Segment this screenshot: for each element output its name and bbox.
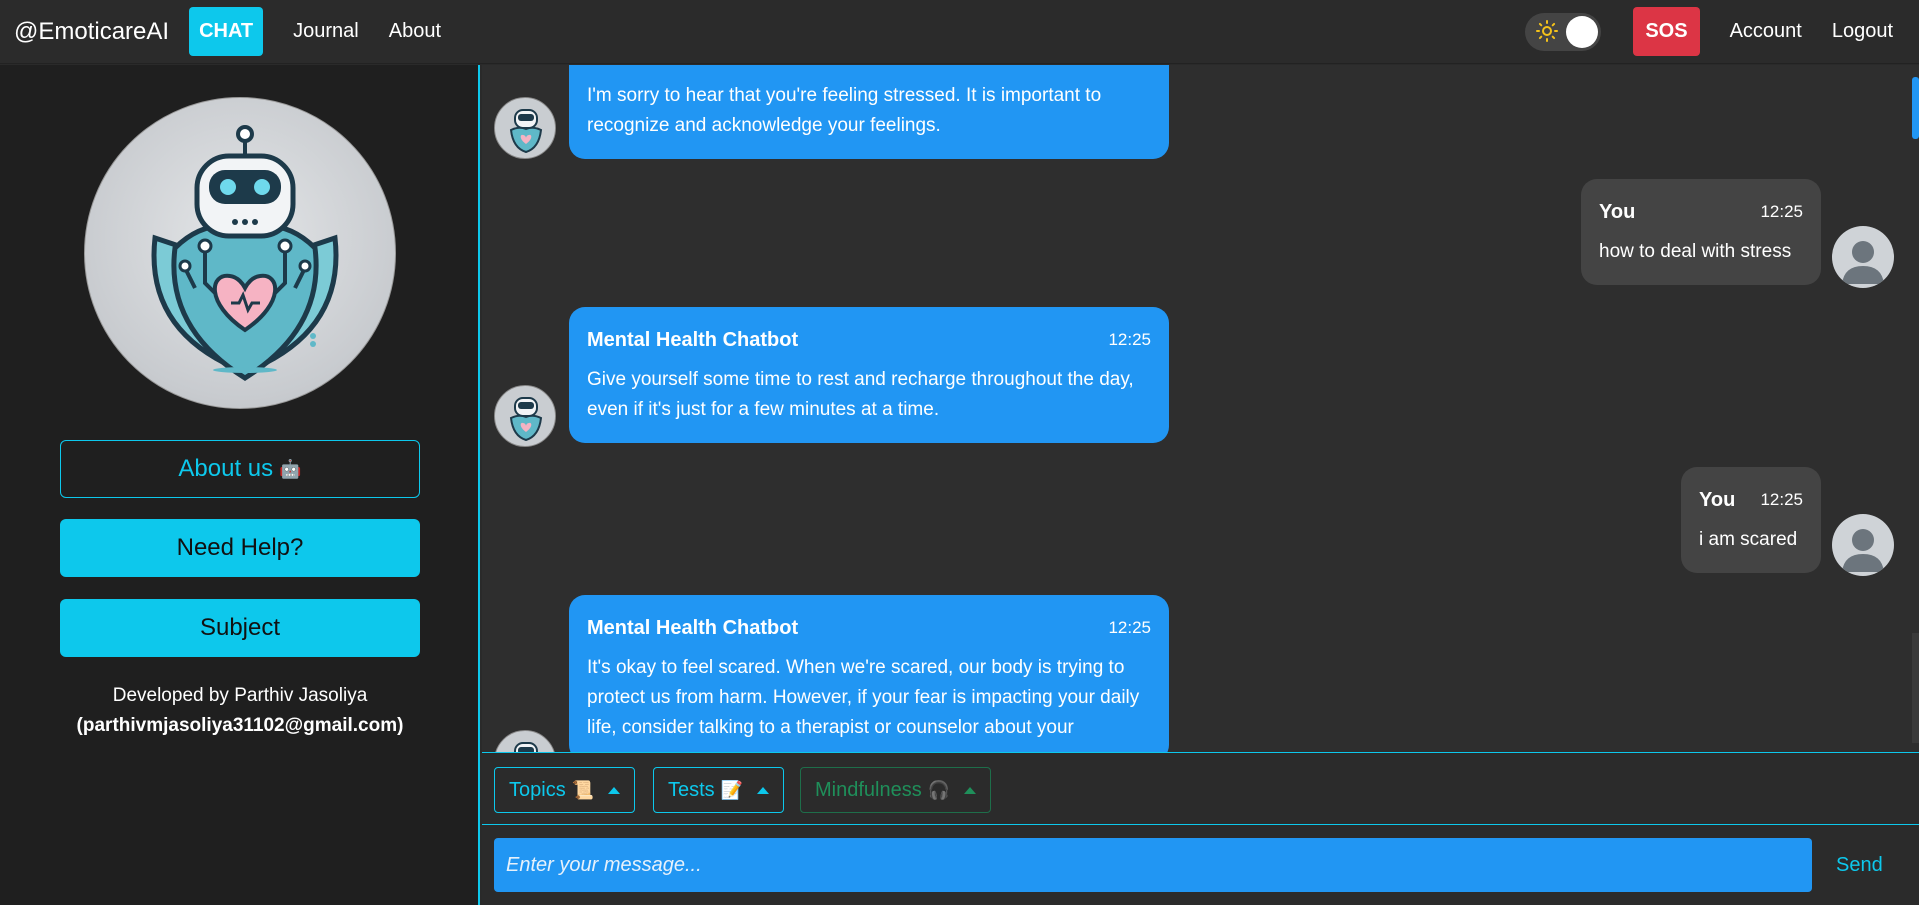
user-message-bubble: You 12:25 i am scared	[1681, 467, 1821, 573]
chat-toolbar: Topics 📜 Tests 📝 Mindfulness 🎧	[482, 752, 1919, 825]
developer-credit: Developed by Parthiv Jasoliya (parthivmj…	[0, 681, 480, 741]
brand-logo[interactable]: @EmoticareAI	[14, 18, 169, 46]
message-text: It's okay to feel scared. When we're sca…	[587, 657, 1140, 738]
mindfulness-label: Mindfulness	[815, 778, 922, 801]
sun-icon	[1536, 19, 1559, 42]
message-text: i am scared	[1699, 529, 1798, 550]
message-header: You 12:25	[1599, 197, 1803, 227]
message-header: Mental Health Chatbot 12:25	[587, 613, 1151, 643]
tests-label: Tests	[668, 778, 715, 801]
robot-logo	[84, 97, 396, 409]
message-sender: You	[1699, 489, 1736, 511]
developer-email: (parthivmjasoliya31102@gmail.com)	[76, 715, 404, 736]
send-button[interactable]: Send	[1836, 854, 1883, 877]
message-sender: You	[1599, 201, 1636, 223]
robot-icon: 🤖	[279, 458, 302, 479]
topics-dropdown[interactable]: Topics 📜	[494, 767, 636, 813]
bot-avatar	[494, 730, 556, 752]
bot-avatar	[494, 385, 556, 447]
about-us-label: About us	[178, 455, 274, 482]
message-input[interactable]	[494, 838, 1812, 892]
message-time: 12:25	[1108, 618, 1151, 637]
nav-chat[interactable]: CHAT	[189, 7, 264, 56]
chat-scrollbar-track-segment[interactable]	[1912, 633, 1919, 743]
caret-up-icon	[964, 786, 977, 794]
message-sender: Mental Health Chatbot	[587, 329, 799, 351]
robot-avatar-icon	[509, 109, 543, 154]
message-time: 12:25	[1760, 202, 1803, 221]
need-help-button[interactable]: Need Help?	[60, 519, 420, 577]
memo-icon: 📝	[720, 779, 744, 800]
toggle-knob	[1566, 15, 1599, 48]
nav-journal[interactable]: Journal	[293, 20, 359, 43]
chat-scrollbar-thumb[interactable]	[1912, 77, 1919, 139]
message-time: 12:25	[1108, 330, 1151, 349]
nav-account[interactable]: Account	[1730, 20, 1802, 43]
caret-up-icon	[608, 786, 621, 794]
user-message-bubble: You 12:25 how to deal with stress	[1581, 179, 1821, 285]
nav-about[interactable]: About	[389, 20, 441, 43]
scroll-icon: 📜	[571, 779, 595, 800]
robot-avatar-icon	[509, 397, 543, 442]
bot-message-bubble: Mental Health Chatbot 12:25 It's okay to…	[569, 595, 1169, 752]
message-text: I'm sorry to hear that you're feeling st…	[587, 85, 1102, 136]
developer-name: Developed by Parthiv Jasoliya	[112, 685, 368, 706]
sidebar: About us 🤖 Need Help? Subject Developed …	[0, 65, 480, 905]
bot-avatar	[494, 97, 556, 159]
sos-button[interactable]: SOS	[1633, 7, 1700, 56]
robot-heart-hands-icon	[151, 125, 339, 381]
about-us-button[interactable]: About us 🤖	[60, 440, 420, 498]
message-header: Mental Health Chatbot 12:25	[587, 325, 1151, 355]
tests-dropdown[interactable]: Tests 📝	[653, 767, 785, 813]
bot-message-bubble: Mental Health Chatbot 12:25 Give yoursel…	[569, 307, 1169, 443]
user-silhouette-icon	[1842, 529, 1884, 572]
subject-button[interactable]: Subject	[60, 599, 420, 657]
topics-label: Topics	[509, 778, 566, 801]
mindfulness-dropdown[interactable]: Mindfulness 🎧	[800, 767, 992, 813]
nav-right-group: SOS Account Logout	[1525, 7, 1919, 56]
nav-logout[interactable]: Logout	[1832, 20, 1893, 43]
user-avatar	[1832, 514, 1894, 576]
headphones-icon: 🎧	[927, 779, 951, 800]
message-sender: Mental Health Chatbot	[587, 617, 799, 639]
bot-message-bubble: I'm sorry to hear that you're feeling st…	[569, 65, 1169, 159]
message-composer: Send	[482, 826, 1919, 905]
user-silhouette-icon	[1842, 241, 1884, 284]
chat-window[interactable]: I'm sorry to hear that you're feeling st…	[482, 65, 1919, 752]
theme-toggle[interactable]	[1525, 12, 1602, 51]
message-text: how to deal with stress	[1599, 241, 1792, 262]
message-header: You 12:25	[1699, 485, 1803, 515]
caret-up-icon	[757, 786, 770, 794]
robot-avatar-icon	[514, 742, 538, 752]
message-time: 12:25	[1760, 490, 1803, 509]
top-navbar: @EmoticareAI CHAT Journal About SOS Acco…	[0, 0, 1919, 64]
user-avatar	[1832, 226, 1894, 288]
message-text: Give yourself some time to rest and rech…	[587, 369, 1134, 420]
